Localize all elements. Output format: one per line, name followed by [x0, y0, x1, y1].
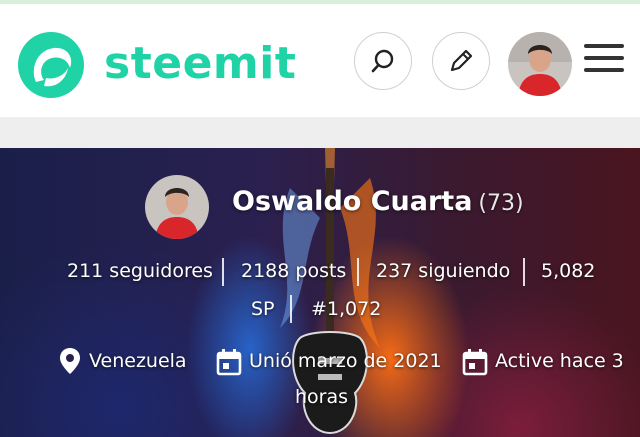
- search-button[interactable]: [354, 32, 412, 90]
- location-pin-icon: [60, 348, 80, 374]
- pencil-icon: [450, 49, 473, 72]
- location-text: Venezuela: [89, 350, 187, 372]
- hamburger-icon: [584, 44, 624, 72]
- calendar-icon: [216, 349, 242, 376]
- joined-date-text: Unió marzo de 2021: [249, 350, 442, 372]
- search-icon: [371, 49, 394, 73]
- write-post-button[interactable]: [432, 32, 490, 90]
- hamburger-menu-button[interactable]: [584, 44, 624, 80]
- steem-power-unit: SP: [251, 298, 275, 320]
- profile-name: Oswaldo Cuarta: [232, 186, 473, 217]
- steem-power-value: 5,082: [541, 260, 596, 282]
- site-header: steemit: [0, 4, 640, 117]
- stats-divider: [222, 258, 224, 286]
- stats-divider: [290, 295, 292, 323]
- rank-value: #1,072: [311, 298, 382, 320]
- user-avatar[interactable]: [508, 32, 572, 96]
- steemit-logo-icon[interactable]: [16, 30, 86, 100]
- steemit-logo-text[interactable]: steemit: [104, 38, 296, 90]
- calendar-icon: [462, 349, 488, 376]
- profile-avatar[interactable]: [145, 175, 209, 239]
- profile-name-row: Oswaldo Cuarta (73): [232, 186, 524, 217]
- following-count[interactable]: 237 siguiendo: [376, 260, 510, 282]
- posts-count[interactable]: 2188 posts: [241, 260, 346, 282]
- profile-banner: Oswaldo Cuarta (73) 211 seguidores 2188 p…: [0, 148, 640, 437]
- reputation-score: (73): [478, 191, 524, 216]
- last-active-text-continued: horas: [295, 386, 349, 408]
- followers-count[interactable]: 211 seguidores: [67, 260, 213, 282]
- stats-divider: [523, 258, 525, 286]
- stats-divider: [357, 258, 359, 286]
- last-active-text: Active hace 3: [495, 350, 624, 372]
